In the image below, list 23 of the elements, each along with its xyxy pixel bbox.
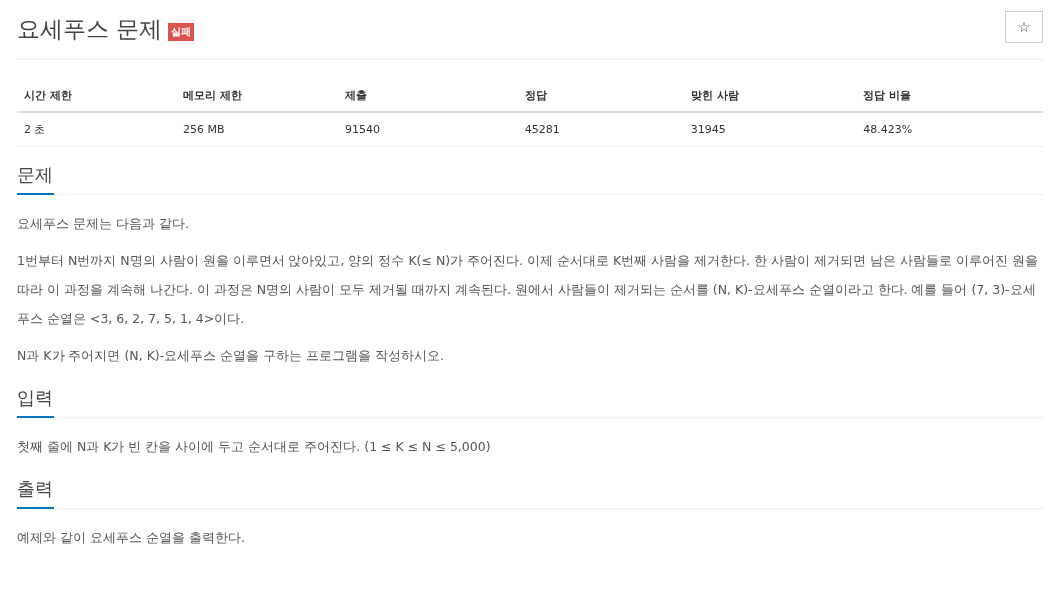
section-heading: 입력 (17, 386, 54, 418)
star-button[interactable]: ☆ (1005, 10, 1043, 43)
table-cell: 48.423% (856, 112, 1043, 147)
paragraph: N과 K가 주어지면 (N, K)-요세푸스 순열을 구하는 프로그램을 작성하시오. (17, 347, 446, 365)
paragraph: 요세푸스 문제는 다음과 같다. (17, 215, 190, 233)
table-cell: 45281 (517, 112, 684, 147)
column-header: 정답 (517, 80, 684, 112)
status-badge: 실패 (168, 22, 195, 41)
paragraph: 예제와 같이 요세푸스 순열을 출력한다. (17, 529, 246, 547)
paragraph: 1번부터 N번까지 N명의 사람이 원을 이루면서 앉아있고, 양의 정수 K(≤ N)가 주어진다. 이제 순서대로 K번째 사람을 제거한다. 한 사람이 제거되면 남은 사람들로 이루어진 원을 따라 이 과정을 계속해 나간다. 이 과정은 N명의 사람이 모두 제거될 때까지 계속된다. 원에서 사람들이 제거되는 순서를 (N, K)-요세푸스 순열이라고 한다. 예를 들어 (7, 3)-요세푸스 순열은 <3, 6, 2, 7, 5, 1, 4>이다. (17, 252, 1039, 328)
table-cell: 31945 (683, 112, 857, 147)
column-header: 메모리 제한 (176, 80, 339, 112)
problem-title: 요세푸스 문제 (17, 15, 163, 44)
section-heading: 문제 (17, 163, 54, 195)
paragraph: 첫째 줄에 N과 K가 빈 칸을 사이에 두고 순서대로 주어진다. (1 ≤ K ≤ N ≤ 5,000) (17, 438, 492, 456)
column-header: 제출 (338, 80, 518, 112)
table-cell: 91540 (338, 112, 518, 147)
table-cell: 256 MB (176, 112, 339, 147)
section-heading: 출력 (17, 477, 54, 509)
table-cell: 2 초 (17, 112, 176, 147)
column-header: 시간 제한 (17, 80, 176, 112)
column-header: 맞힌 사람 (683, 80, 857, 112)
column-header: 정답 비율 (856, 80, 1043, 112)
